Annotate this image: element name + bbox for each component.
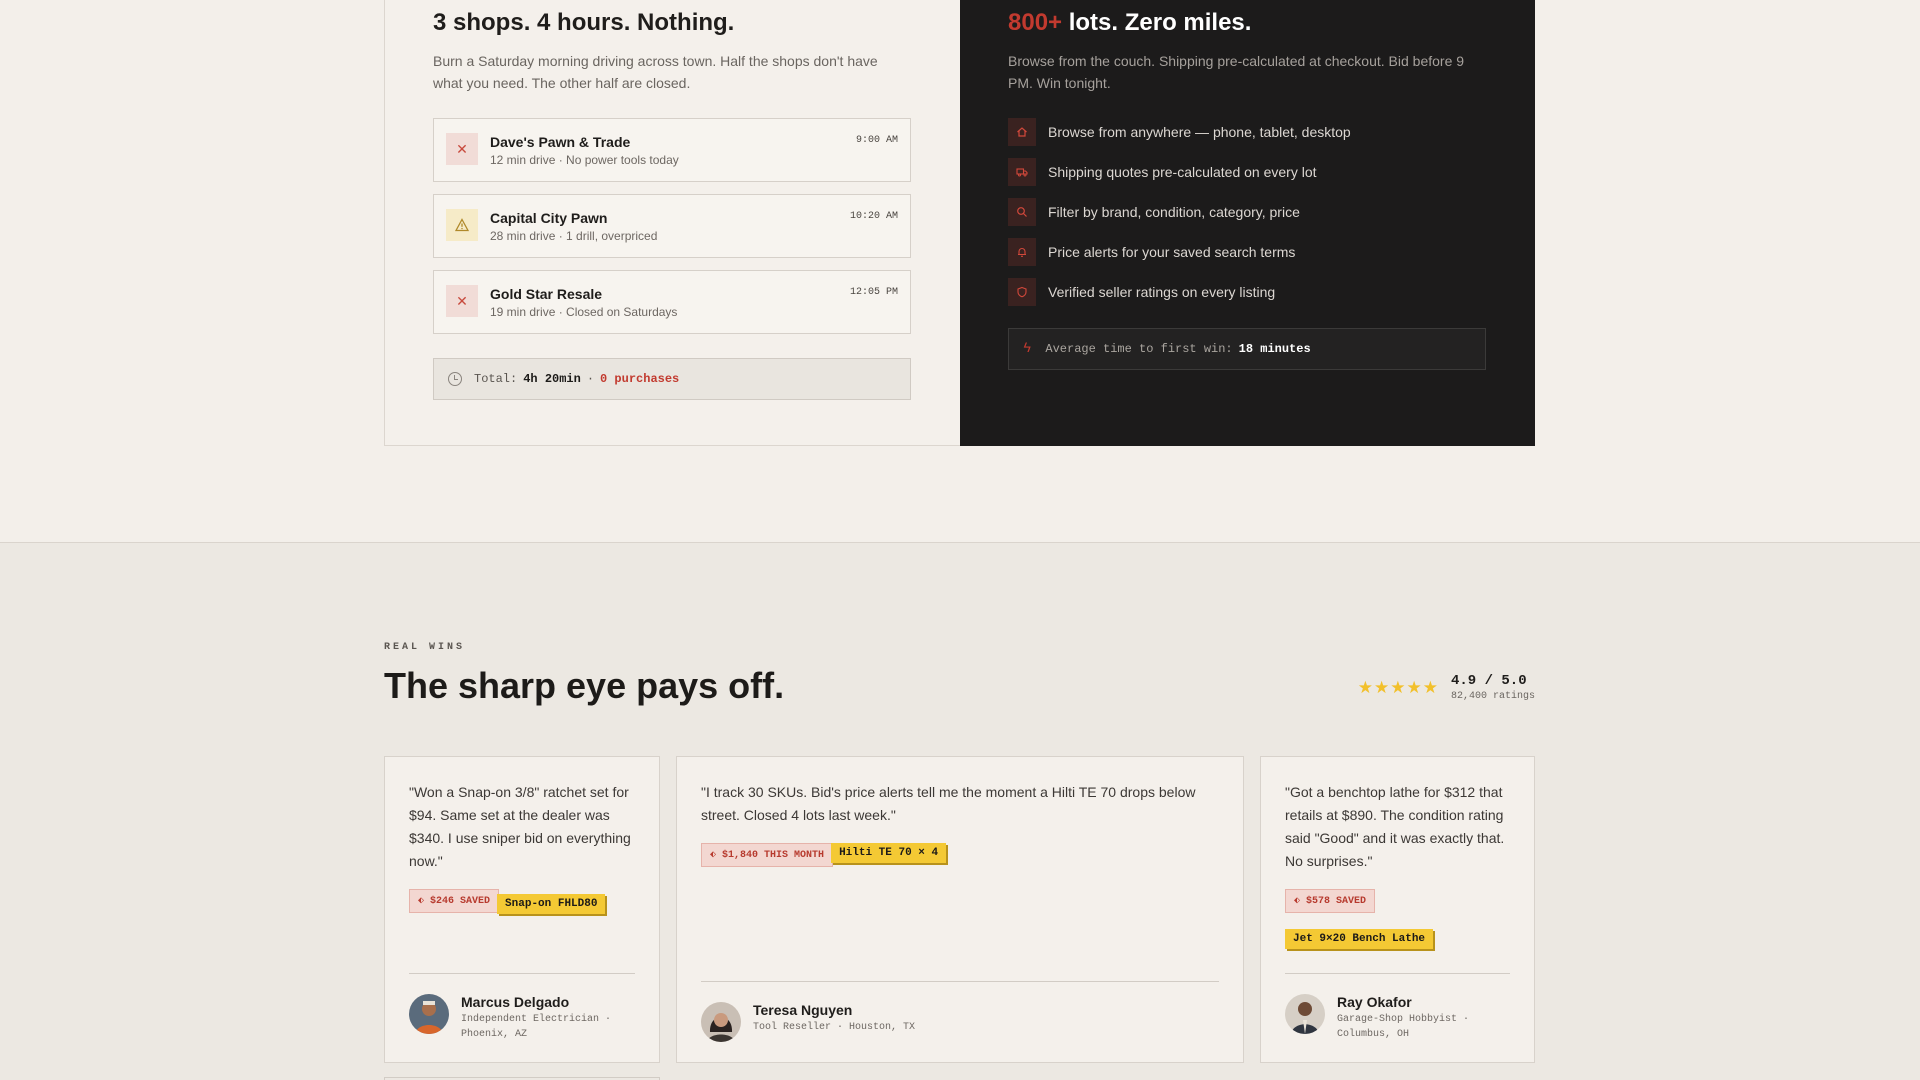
testimonial-tags: ⬖ $1,840 THIS MONTH Hilti TE 70 × 4 [701,843,1219,867]
truck-icon [1008,158,1036,186]
savings-amount: $1,840 THIS MONTH [722,849,825,861]
testimonial-quote: "I track 30 SKUs. Bid's price alerts tel… [701,784,1196,823]
shop-card: Capital City Pawn 28 min drive · 1 drill… [433,194,911,258]
testimonial-card: "I track 30 SKUs. Bid's price alerts tel… [676,756,1244,1063]
with-title: 800+ lots. Zero miles. [1008,8,1487,38]
feature-item: Filter by brand, condition, category, pr… [1008,198,1487,226]
feature-item: Price alerts for your saved search terms [1008,238,1487,266]
section-eyebrow: REAL WINS [384,642,466,653]
shop-meta: 12 min drive · No power tools today [490,153,679,167]
rating-summary: ★★★★★ 4.9 / 5.0 82,400 ratings [1358,673,1535,702]
price-tag-icon: ⬖ [710,850,717,861]
rating-score: 4.9 / 5.0 [1450,673,1527,689]
total-label: Total: [474,372,518,386]
clock-icon [448,372,462,386]
feature-item: Shipping quotes pre-calculated on every … [1008,158,1487,186]
author-name: Ray Okafor [1337,994,1412,1010]
lightning-icon: ϟ [1023,341,1032,357]
avatar [701,1002,741,1042]
shop-time: 10:20 AM [849,211,898,222]
average-time-box: ϟ Average time to first win: 18 minutes [1008,328,1486,370]
feature-text: Verified seller ratings on every listing [1048,284,1276,300]
avatar [1285,994,1325,1034]
without-title: 3 shops. 4 hours. Nothing. [433,9,735,36]
author-role: Garage-Shop Hobbyist · Columbus, OH [1337,1014,1470,1040]
product-tag: Hilti TE 70 × 4 [831,843,947,863]
with-panel: 800+ lots. Zero miles. Browse from the c… [960,0,1535,446]
testimonial-author: Ray Okafor Garage-Shop Hobbyist · Columb… [1285,973,1510,1042]
lots-count: 800+ [1008,9,1063,36]
testimonial-grid: "Won a Snap-on 3/8" ratchet set for $94.… [384,756,1535,1063]
price-tag-icon: ⬖ [418,896,425,907]
x-icon: ✕ [446,285,478,317]
feature-list: Browse from anywhere — phone, tablet, de… [1008,118,1487,306]
author-role: Independent Electrician · Phoenix, AZ [461,1014,612,1040]
total-purchases: 0 purchases [600,372,680,386]
comparison-section: 3 shops. 4 hours. Nothing. Burn a Saturd… [384,0,1535,446]
average-value: 18 minutes [1238,342,1311,356]
with-subtitle: Browse from the couch. Shipping pre-calc… [1008,53,1465,91]
shop-time: 9:00 AM [855,135,898,146]
feature-item: Browse from anywhere — phone, tablet, de… [1008,118,1487,146]
average-label: Average time to first win: [1045,342,1233,356]
feature-text: Price alerts for your saved search terms [1048,244,1296,260]
shop-card: ✕ Gold Star Resale 19 min drive · Closed… [433,270,911,334]
warning-icon [446,209,478,241]
author-name: Marcus Delgado [461,994,570,1010]
avatar [409,994,449,1034]
total-separator: · [586,372,595,386]
savings-tag: ⬖ $1,840 THIS MONTH [701,843,834,867]
home-icon [1008,118,1036,146]
shop-meta: 28 min drive · 1 drill, overpriced [490,229,658,243]
shop-time: 12:05 PM [849,287,898,298]
feature-text: Filter by brand, condition, category, pr… [1048,204,1300,220]
feature-text: Browse from anywhere — phone, tablet, de… [1048,124,1351,140]
savings-tag: ⬖ $578 SAVED [1285,889,1376,913]
feature-text: Shipping quotes pre-calculated on every … [1048,164,1317,180]
x-icon: ✕ [446,133,478,165]
author-name: Teresa Nguyen [753,1002,853,1018]
product-tag: Snap-on FHLD80 [497,894,606,914]
bell-icon [1008,238,1036,266]
shield-icon [1008,278,1036,306]
search-icon [1008,198,1036,226]
total-summary: Total: 4h 20min · 0 purchases [433,358,911,400]
author-role: Tool Reseller · Houston, TX [753,1022,916,1033]
shop-meta: 19 min drive · Closed on Saturdays [490,305,678,319]
total-duration: 4h 20min [523,372,581,386]
testimonial-card: "Got a benchtop lathe for $312 that reta… [1260,756,1535,1063]
savings-amount: $246 SAVED [430,895,491,907]
with-title-rest: lots. Zero miles. [1062,9,1252,36]
product-tag: Jet 9×20 Bench Lathe [1285,929,1434,949]
testimonial-card: "Won a Snap-on 3/8" ratchet set for $94.… [384,756,660,1063]
testimonial-quote: "Won a Snap-on 3/8" ratchet set for $94.… [409,784,631,869]
testimonial-tags: ⬖ $246 SAVED Snap-on FHLD80 [409,889,635,914]
testimonial-author: Teresa Nguyen Tool Reseller · Houston, T… [701,981,1219,1042]
real-wins-section: REAL WINS The sharp eye pays off. ★★★★★ … [0,542,1920,1080]
savings-tag: ⬖ $246 SAVED [409,889,500,913]
star-rating-icon: ★★★★★ [1357,677,1439,697]
shop-name: Dave's Pawn & Trade [490,134,631,150]
shop-card: ✕ Dave's Pawn & Trade 12 min drive · No … [433,118,911,182]
testimonial-author: Marcus Delgado Independent Electrician ·… [409,973,635,1042]
section-title: The sharp eye pays off. [384,665,785,706]
testimonial-tags: ⬖ $578 SAVED Jet 9×20 Bench Lathe [1285,889,1510,949]
price-tag-icon: ⬖ [1294,896,1301,907]
shop-name: Gold Star Resale [490,286,603,302]
savings-amount: $578 SAVED [1306,895,1367,907]
testimonial-quote: "Got a benchtop lathe for $312 that reta… [1285,784,1505,869]
without-panel: 3 shops. 4 hours. Nothing. Burn a Saturd… [384,0,960,446]
feature-item: Verified seller ratings on every listing [1008,278,1487,306]
without-subtitle: Burn a Saturday morning driving across t… [433,53,878,91]
shop-list: ✕ Dave's Pawn & Trade 12 min drive · No … [433,118,912,334]
shop-name: Capital City Pawn [490,210,608,226]
rating-count: 82,400 ratings [1450,691,1535,702]
